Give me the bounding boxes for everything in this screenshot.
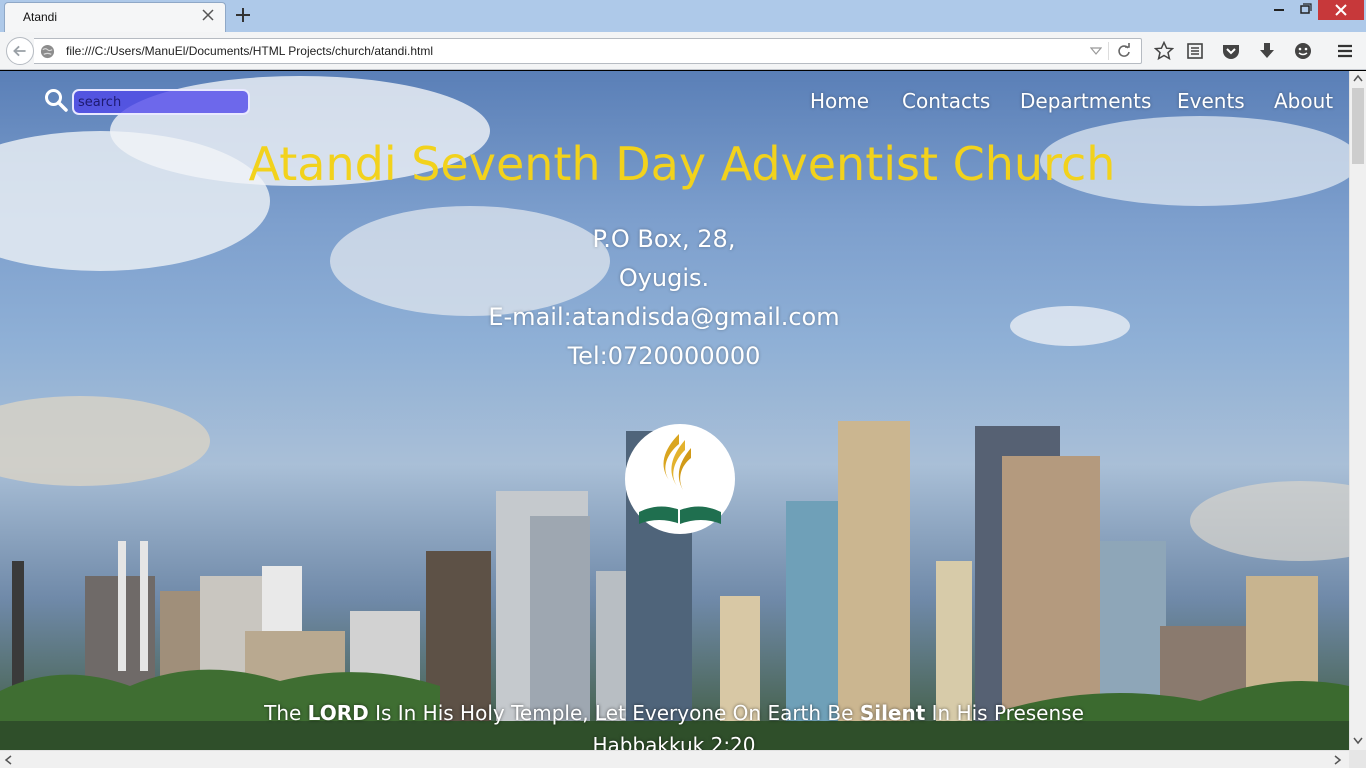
scroll-up-icon[interactable] — [1353, 74, 1363, 82]
address-town: Oyugis. — [618, 264, 710, 292]
page-viewport: Home Contacts Departments Events About A… — [0, 71, 1349, 750]
search-input[interactable] — [72, 89, 250, 115]
horizontal-scrollbar[interactable] — [0, 750, 1349, 768]
restore-window-icon[interactable] — [1288, 0, 1322, 20]
verse-text-3: In His Presense — [925, 701, 1084, 725]
verse-text-1: The — [264, 701, 308, 725]
pocket-icon[interactable] — [1221, 41, 1241, 61]
url-divider — [1108, 42, 1109, 60]
reload-icon[interactable] — [1116, 43, 1132, 59]
address-phone: Tel:0720000000 — [567, 342, 761, 370]
verse-bold-lord: LORD — [307, 701, 369, 725]
bookmark-star-icon[interactable] — [1154, 41, 1174, 61]
menu-icon[interactable] — [1335, 41, 1355, 61]
tab-title: Atandi — [23, 10, 58, 24]
nav-link-contacts[interactable]: Contacts — [902, 89, 990, 117]
nav-link-departments[interactable]: Departments — [1020, 89, 1151, 117]
address-email: E-mail:atandisda@gmail.com — [488, 303, 840, 331]
sda-church-logo — [625, 424, 735, 534]
nav-link-about[interactable]: About — [1274, 89, 1333, 117]
history-dropdown-icon[interactable] — [1090, 46, 1102, 56]
globe-icon — [40, 44, 55, 59]
address-bar[interactable]: file:///C:/Users/ManuEl/Documents/HTML P… — [34, 38, 1142, 64]
verse-bold-silent: Silent — [859, 701, 926, 725]
scroll-right-icon[interactable] — [1334, 755, 1342, 765]
close-window-icon[interactable] — [1318, 0, 1364, 20]
reading-list-icon[interactable] — [1185, 41, 1205, 61]
address-po-box: P.O Box, 28, — [592, 225, 736, 253]
verse-text-2: Is In His Holy Temple, Let Everyone On E… — [368, 701, 860, 725]
nav-link-events[interactable]: Events — [1177, 89, 1245, 117]
nav-link-home[interactable]: Home — [810, 89, 869, 117]
download-icon[interactable] — [1257, 41, 1277, 61]
verse-reference: Habbakkuk 2:20 — [592, 733, 756, 750]
browser-tab[interactable]: Atandi — [4, 2, 226, 32]
close-tab-icon[interactable] — [201, 8, 215, 22]
search-icon[interactable] — [44, 88, 68, 112]
vertical-scrollbar[interactable] — [1349, 71, 1366, 750]
back-button[interactable] — [6, 37, 34, 65]
vertical-scroll-thumb[interactable] — [1352, 88, 1364, 164]
church-title: Atandi Seventh Day Adventist Church — [248, 137, 1116, 191]
scrollbar-corner — [1349, 750, 1366, 768]
bible-verse: The LORD Is In His Holy Temple, Let Ever… — [0, 701, 1348, 725]
scroll-down-icon[interactable] — [1353, 737, 1363, 745]
scroll-left-icon[interactable] — [4, 755, 12, 765]
new-tab-icon[interactable] — [234, 6, 252, 24]
chat-icon[interactable] — [1293, 41, 1313, 61]
tab-strip: Atandi — [0, 0, 1366, 32]
url-text: file:///C:/Users/ManuEl/Documents/HTML P… — [66, 44, 434, 58]
